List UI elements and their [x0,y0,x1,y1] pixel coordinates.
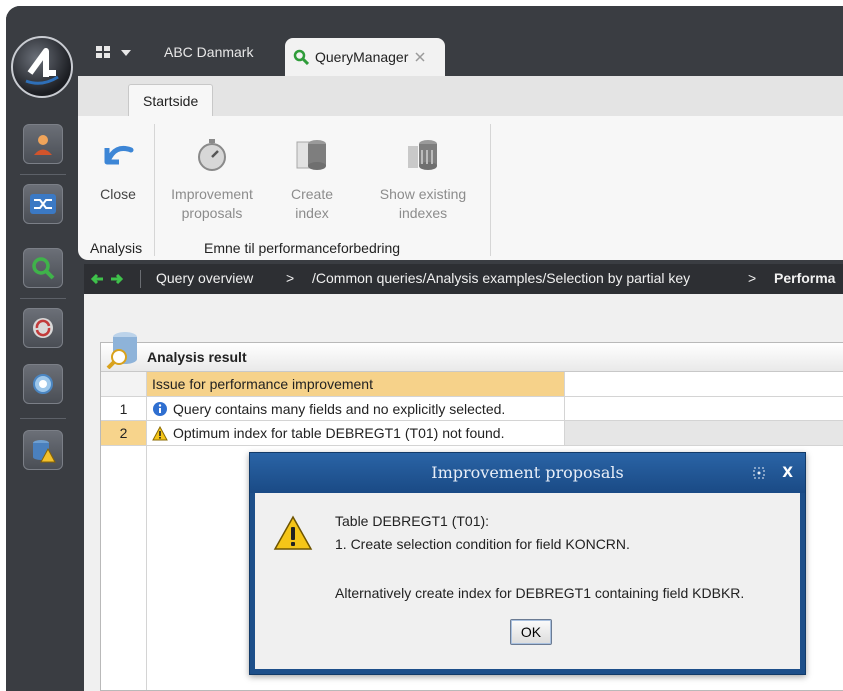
settings-icon[interactable] [23,364,63,404]
row-number: 2 [101,421,147,445]
forward-arrow-icon[interactable] [110,272,124,286]
group-label-performance: Emne til performanceforbedring [204,240,401,256]
tab-querymanager[interactable]: QueryManager [285,38,445,76]
ribbon: Close Improvement proposals Create index… [78,116,843,260]
show-existing-indexes-button[interactable]: Show existing indexes [368,138,478,223]
create-index-button[interactable]: Create index [282,138,342,223]
close-icon[interactable] [414,51,426,63]
breadcrumb-separator: > [748,270,757,286]
database-warning-icon[interactable] [23,430,63,470]
apps-grid-icon[interactable] [96,46,110,58]
restore-icon[interactable] [753,467,765,479]
row-number: 1 [101,397,147,421]
breadcrumb-current: Performa [774,270,836,286]
close-button[interactable]: Close [90,140,146,204]
table-header-row: Issue for performance improvement [101,372,843,396]
search-icon [293,49,309,65]
table-row-selected[interactable]: 2 Optimum index for table DEBREGT1 (T01)… [101,420,843,446]
dialog-title: Improvement proposals [431,463,624,482]
tab-label: QueryManager [315,49,409,65]
shuffle-icon[interactable] [23,184,63,224]
issue-text: Query contains many fields and no explic… [173,401,506,417]
indexes-icon [408,140,437,170]
dialog-line-2: 1. Create selection condition for field … [335,536,630,552]
breadcrumb-separator: > [286,270,295,286]
left-rail [6,6,78,691]
group-label-analysis: Analysis [90,240,143,256]
column-header-issue[interactable]: Issue for performance improvement [147,372,565,396]
chevron-down-icon[interactable] [121,50,131,56]
sync-icon[interactable] [23,308,63,348]
stopwatch-icon [198,139,226,171]
breadcrumb-query-overview[interactable]: Query overview [156,270,253,286]
search-icon[interactable] [23,248,63,288]
breadcrumb-query-path[interactable]: /Common queries/Analysis examples/Select… [312,270,690,286]
breadcrumb: Query overview > /Common queries/Analysi… [84,264,843,294]
tab-strip: ABC Danmark QueryManager [78,6,843,76]
database-search-icon [106,332,137,369]
warning-icon [152,425,168,440]
app-logo[interactable] [11,36,73,98]
improvement-proposals-button[interactable]: Improvement proposals [162,138,262,223]
warning-icon [273,515,313,550]
create-index-icon [296,140,326,170]
dialog-line-1: Table DEBREGT1 (T01): [335,513,490,529]
ribbon-tab-bar: Startside [78,76,843,117]
improvement-proposals-dialog: Improvement proposals X Table DEBREGT1 (… [249,452,806,675]
undo-icon [104,145,134,165]
table-row[interactable]: 1 Query contains many fields and no expl… [101,396,843,421]
back-arrow-icon[interactable] [90,272,104,286]
info-icon [153,402,167,416]
company-name[interactable]: ABC Danmark [164,44,253,60]
dialog-close-button[interactable]: X [782,453,793,493]
dialog-line-3: Alternatively create index for DEBREGT1 … [335,585,745,601]
issue-text: Optimum index for table DEBREGT1 (T01) n… [173,425,505,441]
ribbon-tab-startside[interactable]: Startside [128,84,214,117]
dialog-body: Table DEBREGT1 (T01): 1. Create selectio… [255,493,800,669]
ok-button[interactable]: OK [510,619,552,645]
user-icon[interactable] [23,124,63,164]
panel-title: Analysis result [101,343,843,372]
dialog-titlebar[interactable]: Improvement proposals X [250,453,805,493]
